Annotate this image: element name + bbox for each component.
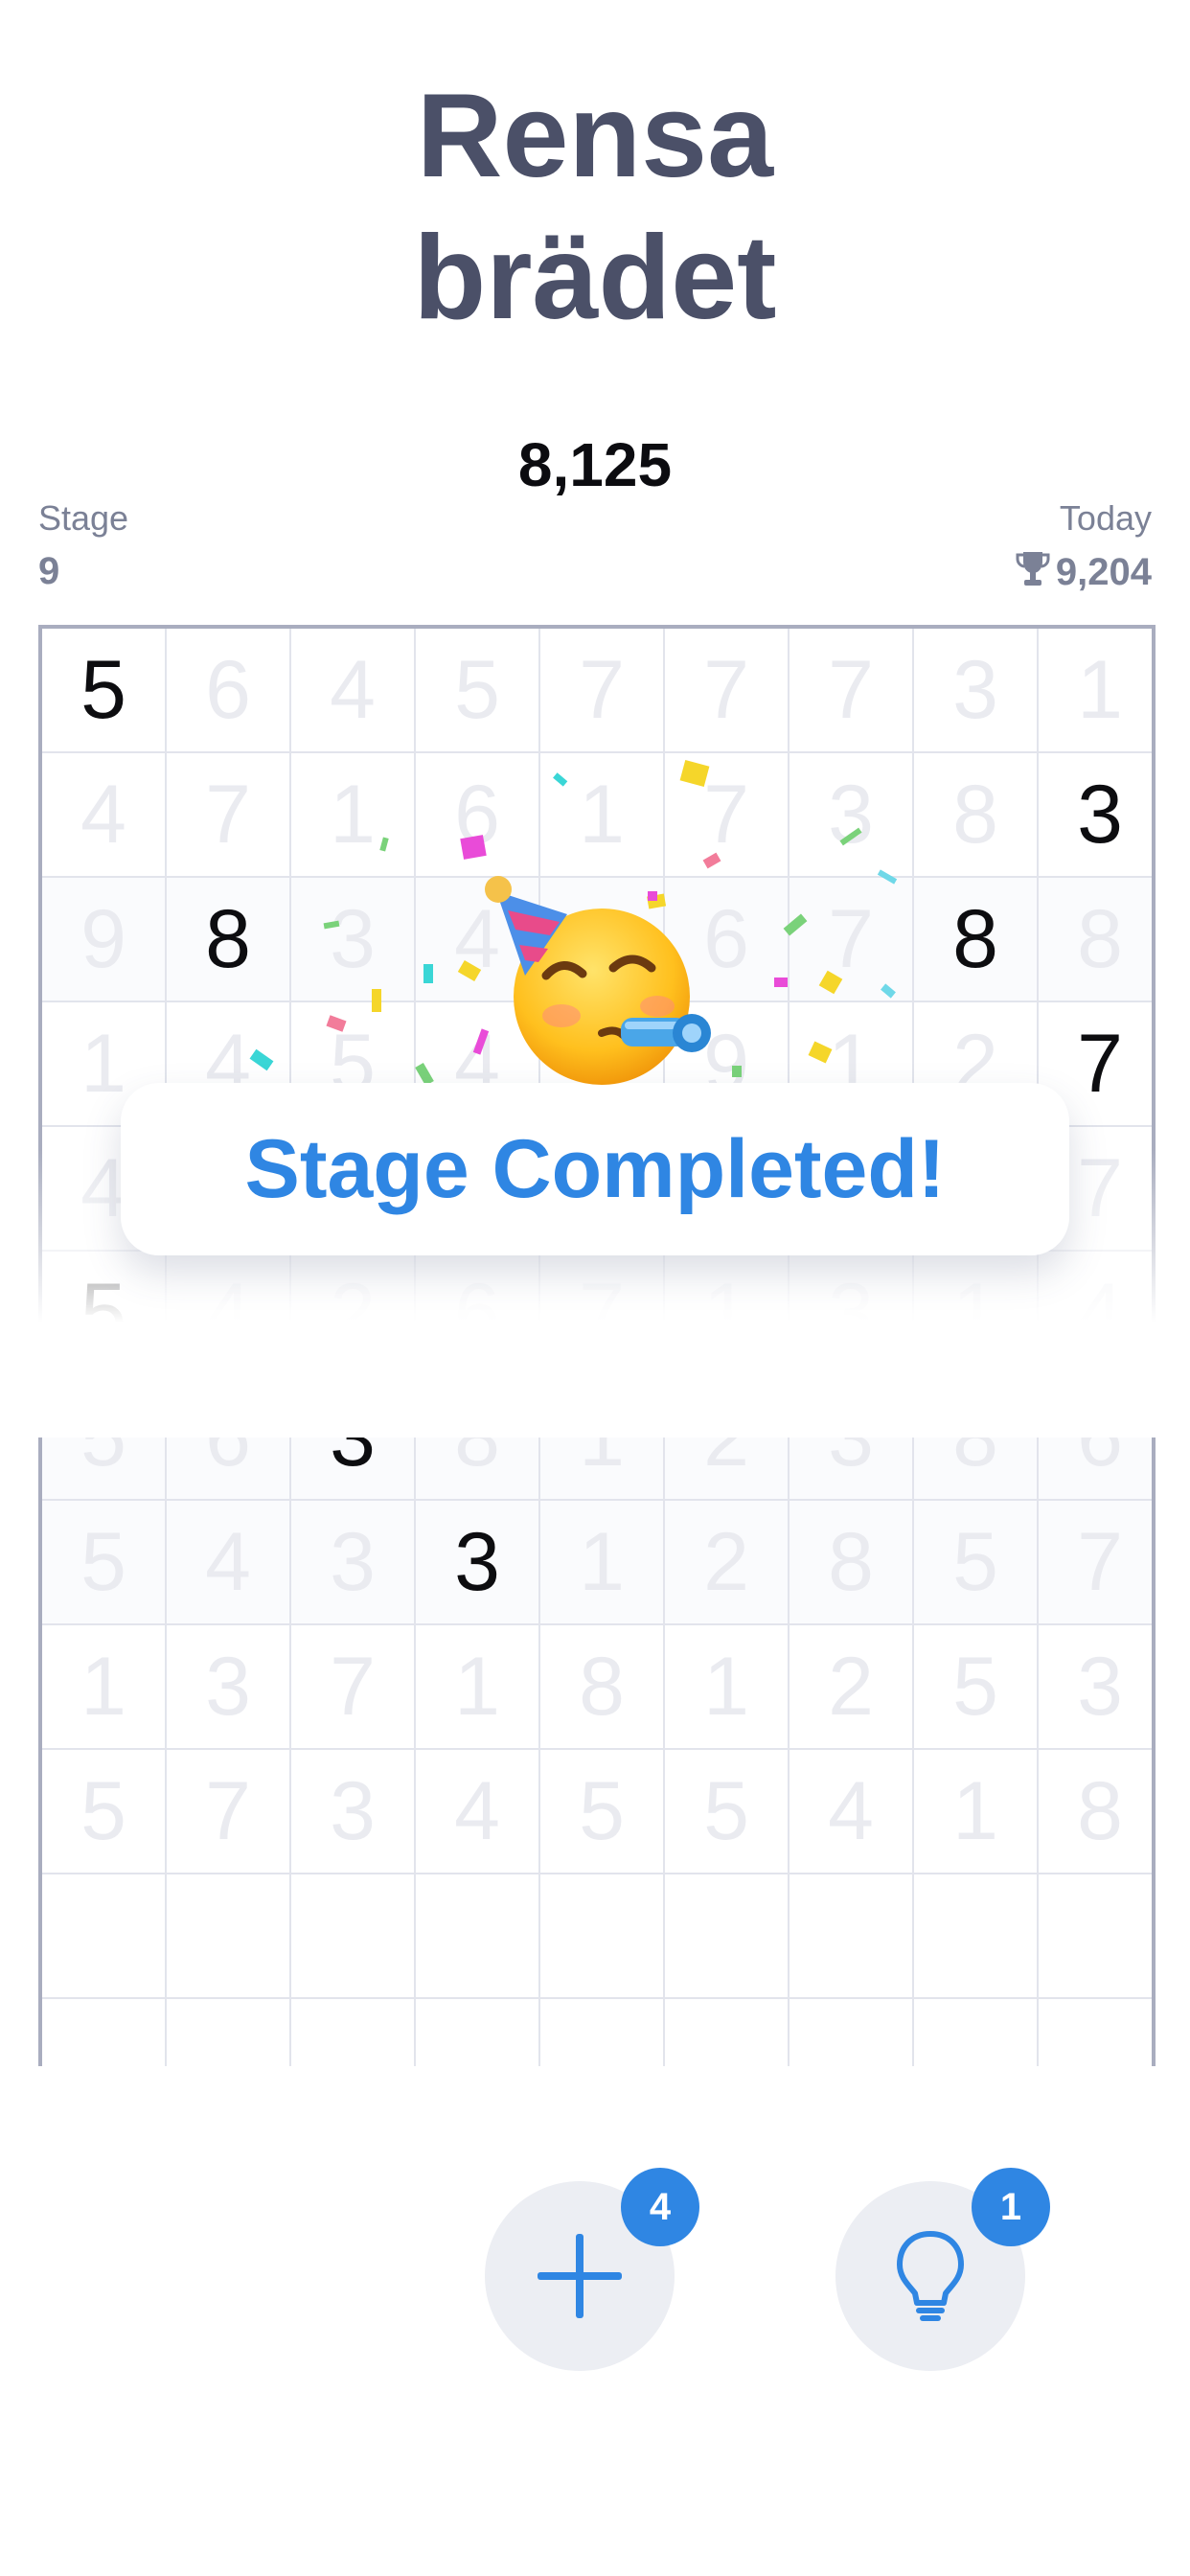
board-cell — [291, 1999, 416, 2066]
board-cell[interactable]: 3 — [167, 1625, 291, 1750]
board-cell[interactable]: 8 — [540, 1625, 665, 1750]
board-cell[interactable]: 1 — [42, 1625, 167, 1750]
board-cell[interactable]: 5 — [540, 1750, 665, 1874]
board-cell[interactable]: 5 — [42, 1750, 167, 1874]
board-cell — [914, 1874, 1039, 1999]
stage-complete-banner: Stage Completed! — [121, 1083, 1069, 1255]
board-cell[interactable]: 4 — [416, 1750, 540, 1874]
partying-face-icon — [485, 876, 711, 1085]
board-cell — [790, 1874, 914, 1999]
board-cell[interactable]: 7 — [291, 1625, 416, 1750]
board-cell[interactable]: 2 — [665, 1501, 790, 1625]
board-cell — [665, 1999, 790, 2066]
add-count-badge: 4 — [621, 2168, 699, 2246]
board-cell — [42, 1874, 167, 1999]
board-cell[interactable]: 7 — [167, 1750, 291, 1874]
board-cell[interactable]: 1 — [914, 1750, 1039, 1874]
board-cell[interactable]: 4 — [790, 1750, 914, 1874]
board-cell[interactable]: 5 — [914, 1625, 1039, 1750]
board-cell — [167, 1874, 291, 1999]
board-cell — [1039, 1874, 1152, 1999]
board-cell — [167, 1999, 291, 2066]
board-cell — [416, 1999, 540, 2066]
board-cell — [42, 1999, 167, 2066]
board-cell[interactable]: 3 — [1039, 1625, 1152, 1750]
board-cell[interactable]: 7 — [1039, 1501, 1152, 1625]
board-cell[interactable]: 8 — [790, 1501, 914, 1625]
board-cell[interactable]: 8 — [1039, 1750, 1152, 1874]
board-cell[interactable]: 2 — [790, 1625, 914, 1750]
board-cell — [540, 1999, 665, 2066]
board-cell[interactable]: 3 — [291, 1501, 416, 1625]
board-cell[interactable]: 1 — [416, 1625, 540, 1750]
board-cell — [540, 1874, 665, 1999]
hint-count-badge: 1 — [972, 2168, 1050, 2246]
board-cell[interactable]: 3 — [291, 1750, 416, 1874]
stage-complete-message: Stage Completed! — [244, 1122, 946, 1215]
plus-icon — [538, 2234, 622, 2318]
board-cell[interactable]: 1 — [540, 1501, 665, 1625]
board-cell[interactable]: 1 — [665, 1625, 790, 1750]
lightbulb-icon — [897, 2231, 964, 2321]
board-cell — [914, 1999, 1039, 2066]
board-cell[interactable]: 5 — [914, 1501, 1039, 1625]
board-cell — [291, 1874, 416, 1999]
board-cell — [665, 1874, 790, 1999]
board-cell[interactable]: 4 — [167, 1501, 291, 1625]
board-cell — [416, 1874, 540, 1999]
board-cell — [1039, 1999, 1152, 2066]
board-cell — [790, 1999, 914, 2066]
board-cell[interactable]: 5 — [42, 1501, 167, 1625]
board-cell[interactable]: 3 — [416, 1501, 540, 1625]
board-cell[interactable]: 5 — [665, 1750, 790, 1874]
